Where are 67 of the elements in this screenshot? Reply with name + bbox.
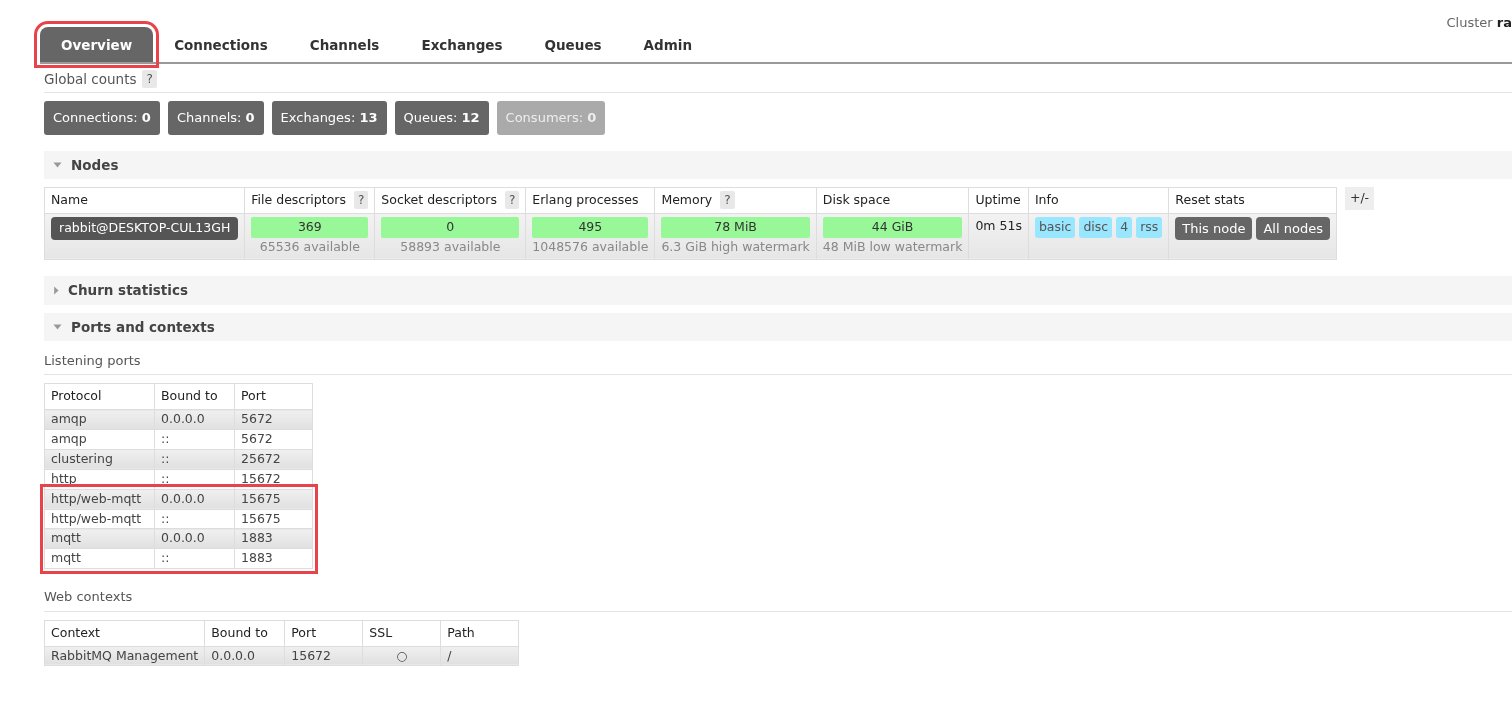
nav-tab[interactable]: Exchanges — [400, 26, 524, 62]
section-header[interactable]: Churn statistics — [44, 276, 1512, 305]
section-title: Global counts — [44, 70, 137, 89]
table-cell: clustering — [44, 449, 155, 470]
reset-button[interactable]: This node — [1175, 216, 1253, 241]
detail-text: 58893 available — [399, 237, 502, 256]
table-cell: amqp — [44, 409, 155, 430]
column-header: Reset stats — [1168, 187, 1337, 214]
column-header: Name — [44, 187, 245, 214]
columns-toggle-button[interactable]: +/- — [1344, 187, 1375, 210]
section-header[interactable]: Ports and contexts — [44, 312, 1512, 341]
cluster-label: Cluster ra — [1446, 14, 1512, 32]
detail-text: 48 MiB low watermark — [822, 237, 963, 256]
nav-tab[interactable]: Queues — [523, 26, 623, 62]
reset-button[interactable]: All nodes — [1256, 216, 1330, 241]
nav-tab[interactable]: Connections — [153, 26, 289, 62]
table-cell: 0m 51s — [968, 213, 1029, 260]
usage-bar: 78 MiB — [661, 216, 810, 238]
column-header: Memory — [661, 191, 713, 209]
subsection-title: Listening ports — [44, 348, 1512, 376]
section-title: Ports and contexts — [71, 317, 215, 337]
column-header: Path — [440, 620, 519, 646]
usage-bar: 44 GiB — [822, 216, 963, 238]
section-title: Nodes — [71, 155, 119, 175]
count-button[interactable]: Connections: 0 — [44, 101, 160, 135]
info-tag: rss — [1136, 216, 1163, 238]
info-tag: basic — [1034, 216, 1076, 238]
table-cell: mqtt — [44, 528, 155, 549]
column-header: Protocol — [44, 383, 155, 410]
nav-tab[interactable]: Channels — [288, 26, 401, 62]
column-header: Uptime — [968, 187, 1029, 214]
column-header: Socket descriptors — [381, 191, 497, 209]
help-button[interactable]: ? — [353, 191, 369, 210]
column-header: File descriptors — [251, 191, 346, 209]
usage-bar: 369 — [251, 216, 369, 238]
node-name-button[interactable]: rabbit@DESKTOP-CUL13GH — [51, 216, 239, 240]
usage-bar: 0 — [381, 216, 520, 238]
column-header: Erlang processes — [525, 187, 655, 214]
table-cell: mqtt — [44, 548, 155, 569]
usage-bar: 495 — [532, 216, 649, 238]
detail-text: 65536 available — [258, 237, 361, 256]
column-header: Context — [44, 620, 205, 646]
column-header: Info — [1028, 187, 1169, 214]
count-button[interactable]: Channels: 0 — [167, 101, 264, 135]
column-header: Disk space — [816, 187, 969, 214]
column-header: Bound to — [204, 620, 285, 646]
table-cell: http/web-mqtt — [44, 509, 155, 529]
table-cell: RabbitMQ Management — [44, 646, 205, 666]
count-button[interactable]: Queues: 12 — [394, 101, 489, 135]
info-tag: disc — [1079, 216, 1113, 238]
section-title: Churn statistics — [68, 281, 188, 301]
detail-text: 1048576 available — [532, 237, 649, 256]
help-button[interactable]: ? — [504, 191, 520, 210]
column-header: Bound to — [154, 383, 235, 410]
detail-text: 6.3 GiB high watermark — [661, 237, 810, 256]
section-header[interactable]: Nodes — [44, 150, 1512, 179]
table-cell: http/web-mqtt — [44, 489, 155, 509]
column-header: Port — [284, 620, 363, 646]
info-tag: 4 — [1116, 216, 1133, 238]
column-header: Port — [234, 383, 313, 410]
help-button[interactable]: ? — [720, 191, 735, 210]
subsection-title: Web contexts — [44, 585, 1512, 612]
help-button[interactable]: ? — [142, 70, 157, 89]
count-button[interactable]: Exchanges: 13 — [271, 101, 387, 135]
table-cell: amqp — [44, 429, 155, 450]
column-header: SSL — [362, 620, 441, 646]
nav-tab[interactable]: Admin — [622, 26, 713, 62]
